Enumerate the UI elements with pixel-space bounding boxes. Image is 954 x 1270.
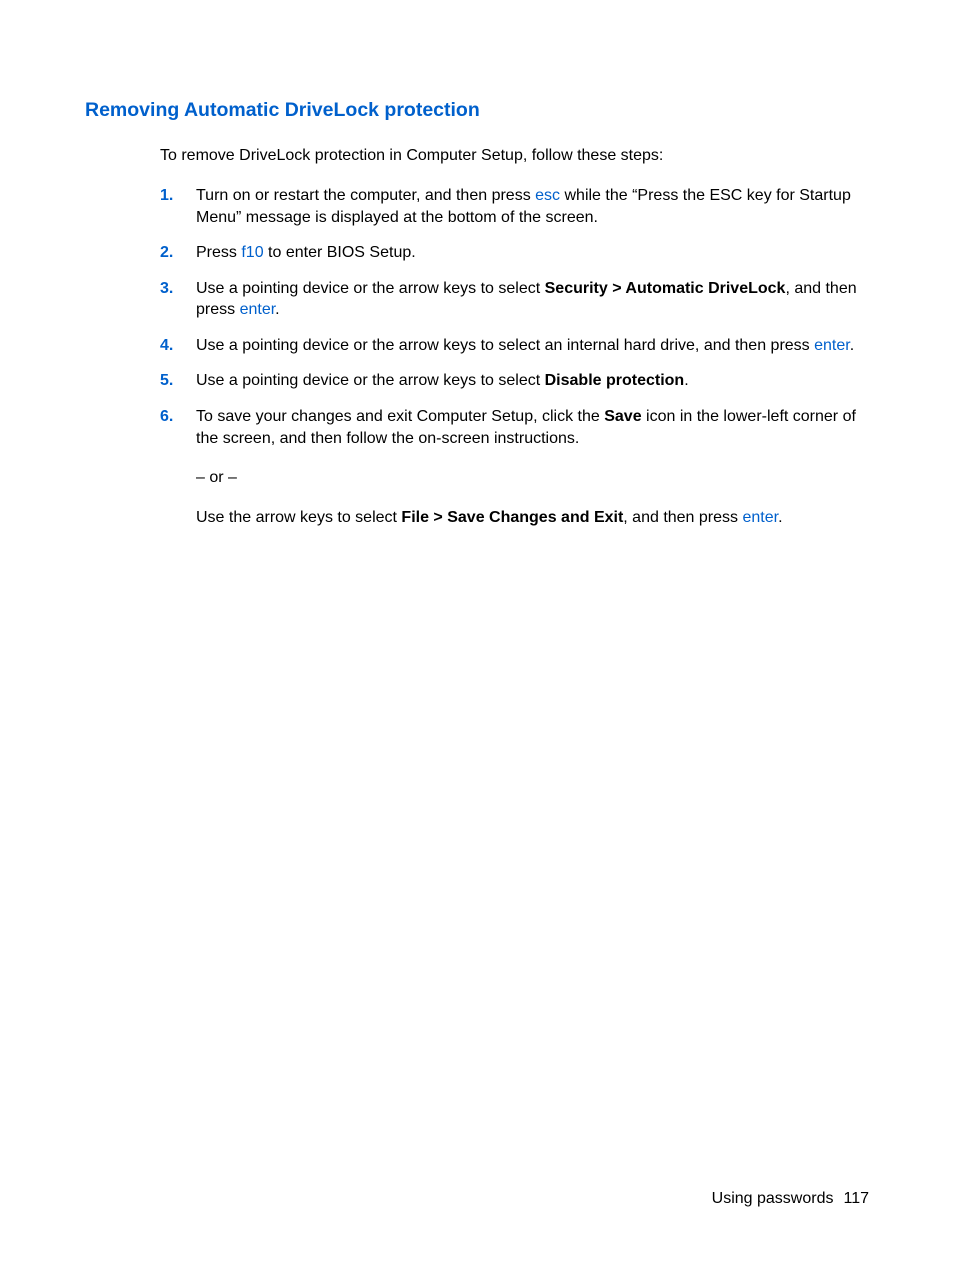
- text: Use a pointing device or the arrow keys …: [196, 280, 545, 297]
- step-4: 4. Use a pointing device or the arrow ke…: [160, 335, 869, 357]
- text: Use a pointing device or the arrow keys …: [196, 372, 545, 389]
- step-3: 3. Use a pointing device or the arrow ke…: [160, 278, 869, 321]
- step-body: Press f10 to enter BIOS Setup.: [196, 242, 869, 264]
- step-body: Use a pointing device or the arrow keys …: [196, 335, 869, 357]
- text: to enter BIOS Setup.: [264, 244, 416, 261]
- step-body: To save your changes and exit Computer S…: [196, 406, 869, 528]
- steps-list: 1. Turn on or restart the computer, and …: [160, 185, 869, 529]
- step-body: Use a pointing device or the arrow keys …: [196, 370, 869, 392]
- step-2: 2. Press f10 to enter BIOS Setup.: [160, 242, 869, 264]
- step-number: 5.: [160, 370, 196, 392]
- key-esc: esc: [535, 187, 560, 204]
- step-1: 1. Turn on or restart the computer, and …: [160, 185, 869, 228]
- step-body: Use a pointing device or the arrow keys …: [196, 278, 869, 321]
- bold-text: Save: [604, 408, 641, 425]
- text: .: [850, 337, 854, 354]
- step-number: 3.: [160, 278, 196, 300]
- step-6: 6. To save your changes and exit Compute…: [160, 406, 869, 528]
- or-separator: – or –: [196, 467, 869, 489]
- text: , and then press: [623, 509, 742, 526]
- text-paragraph: To save your changes and exit Computer S…: [196, 406, 869, 449]
- footer-section: Using passwords: [712, 1190, 834, 1207]
- page-footer: Using passwords 117: [712, 1188, 869, 1210]
- key-enter: enter: [814, 337, 850, 354]
- step-5: 5. Use a pointing device or the arrow ke…: [160, 370, 869, 392]
- step-body: Turn on or restart the computer, and the…: [196, 185, 869, 228]
- key-enter: enter: [240, 301, 276, 318]
- step-number: 2.: [160, 242, 196, 264]
- bold-text: File > Save Changes and Exit: [401, 509, 623, 526]
- text: Use a pointing device or the arrow keys …: [196, 337, 814, 354]
- step-number: 1.: [160, 185, 196, 207]
- text: Press: [196, 244, 241, 261]
- step-number: 6.: [160, 406, 196, 428]
- text: Use the arrow keys to select: [196, 509, 401, 526]
- text: To save your changes and exit Computer S…: [196, 408, 604, 425]
- text: .: [275, 301, 279, 318]
- bold-text: Security > Automatic DriveLock: [545, 280, 786, 297]
- text: Turn on or restart the computer, and the…: [196, 187, 535, 204]
- text: .: [778, 509, 782, 526]
- key-f10: f10: [241, 244, 263, 261]
- intro-text: To remove DriveLock protection in Comput…: [160, 145, 869, 167]
- page-number: 117: [843, 1190, 869, 1207]
- section-heading: Removing Automatic DriveLock protection: [85, 97, 869, 123]
- bold-text: Disable protection: [545, 372, 685, 389]
- text-paragraph: Use the arrow keys to select File > Save…: [196, 507, 869, 529]
- key-enter: enter: [742, 509, 778, 526]
- step-number: 4.: [160, 335, 196, 357]
- text: .: [684, 372, 688, 389]
